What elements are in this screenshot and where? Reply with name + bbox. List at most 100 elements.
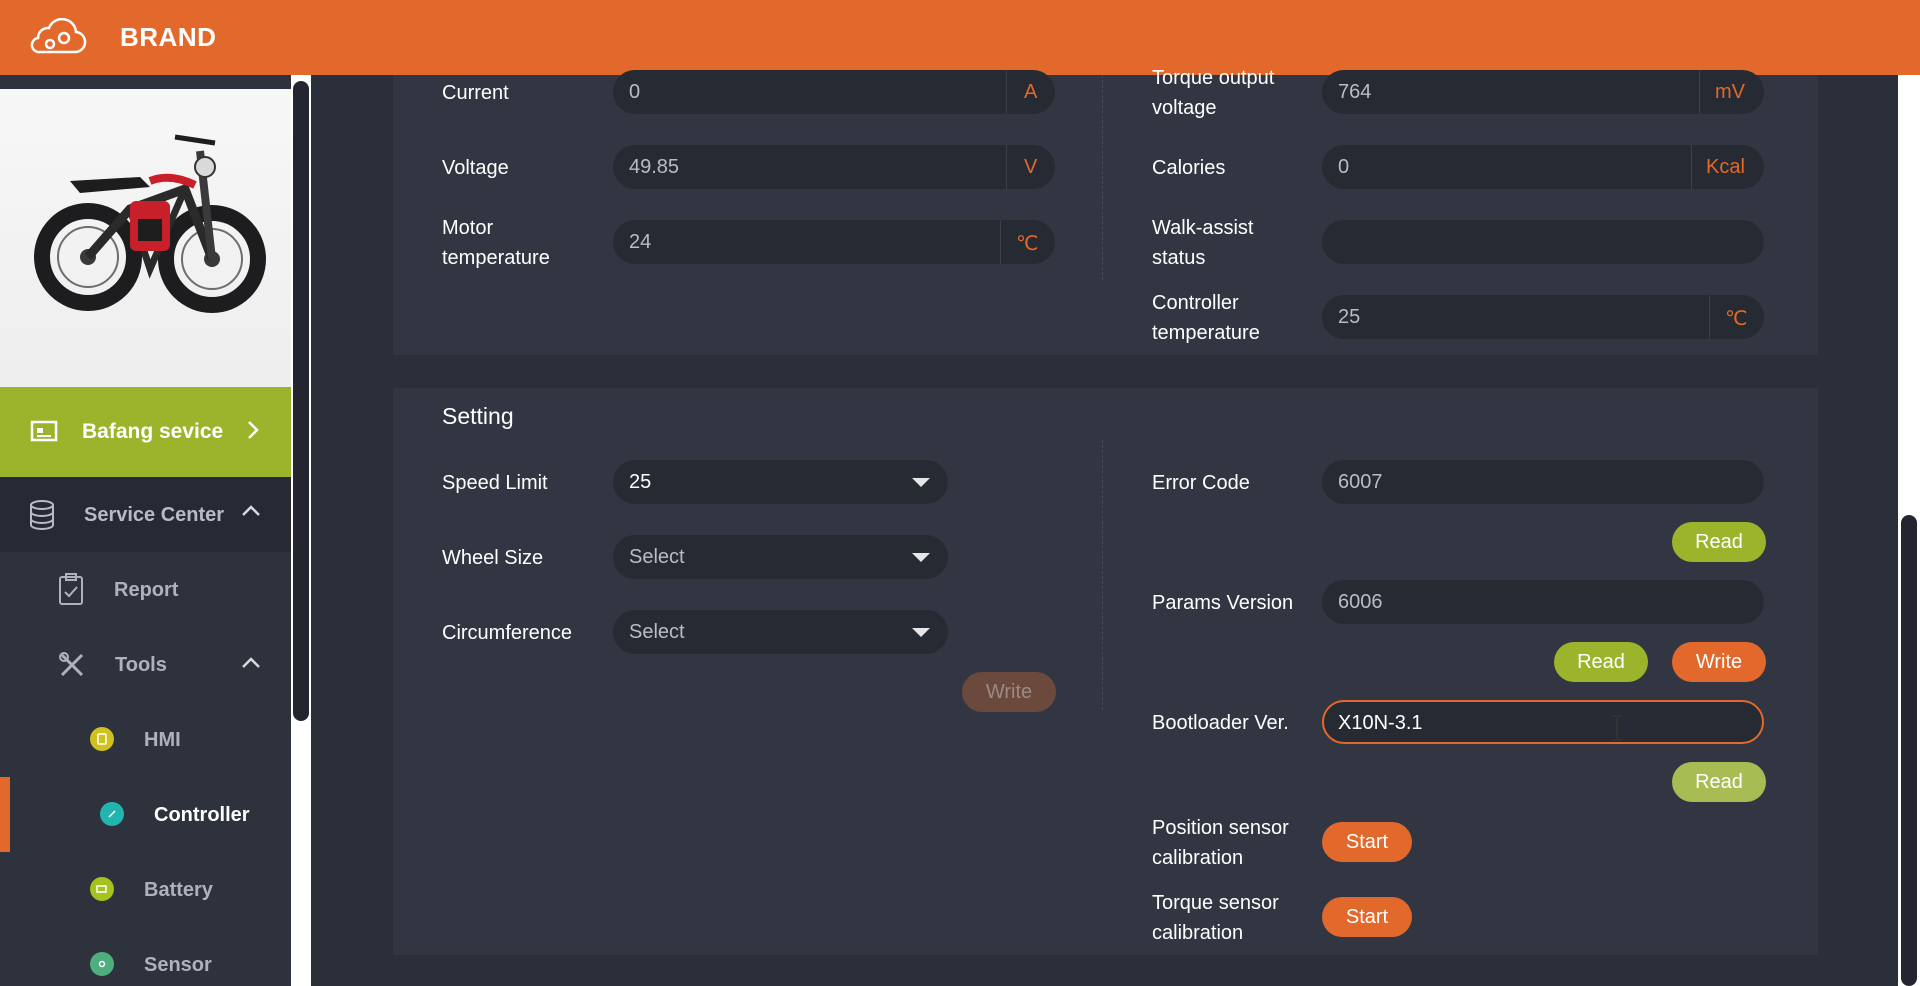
- params-version-label: Params Version: [1152, 592, 1294, 614]
- unit-separator: [1000, 220, 1001, 264]
- controller-temp-unit: ℃: [1725, 308, 1748, 330]
- motor-temp-label-line1: Motor: [442, 217, 494, 239]
- calories-label: Calories: [1152, 157, 1226, 179]
- sidebar-item-controller[interactable]: Controller: [0, 777, 291, 852]
- error-code-read-button[interactable]: Read: [1672, 522, 1766, 562]
- calories-unit: Kcal: [1706, 156, 1745, 178]
- sidebar-item-label: Report: [114, 579, 179, 601]
- cloud-gear-icon[interactable]: [26, 18, 88, 58]
- unit-separator: [1699, 70, 1700, 114]
- circumference-placeholder: Select: [629, 621, 685, 643]
- torque-sensor-start-button[interactable]: Start: [1322, 897, 1412, 937]
- sidebar-item-hmi[interactable]: HMI: [0, 702, 291, 777]
- circumference-label: Circumference: [442, 622, 573, 644]
- controller-temp-label-line2: temperature: [1152, 322, 1260, 344]
- torque-output-label: Torque output voltage: [1152, 63, 1274, 123]
- torque-output-value: 764: [1338, 81, 1372, 103]
- main-scrollbar[interactable]: [1898, 75, 1920, 986]
- speed-limit-select[interactable]: 25: [613, 460, 948, 504]
- params-write-button[interactable]: Write: [1672, 642, 1766, 682]
- unit-separator: [1691, 145, 1692, 189]
- current-field: 0 A: [613, 70, 1055, 114]
- chevron-down-icon: [912, 478, 930, 487]
- unit-separator: [1006, 145, 1007, 189]
- sidebar-item-label: Service Center: [84, 504, 225, 526]
- position-sensor-label-line2: calibration: [1152, 847, 1244, 869]
- main-scroll-thumb[interactable]: [1901, 515, 1917, 986]
- sidebar-item-label: Tools: [115, 654, 167, 676]
- controller-temp-label-line1: Controller: [1152, 292, 1239, 314]
- controller-temp-field: 25 ℃: [1322, 295, 1764, 339]
- error-code-field: 6007: [1322, 460, 1764, 504]
- motor-temp-value: 24: [629, 231, 652, 253]
- current-label: Current: [442, 82, 509, 104]
- walk-assist-label-line1: Walk-assist: [1152, 217, 1254, 239]
- battery-icon: [90, 877, 114, 901]
- clipboard-check-icon: [59, 573, 83, 605]
- unit-separator: [1006, 70, 1007, 114]
- chevron-down-icon: [912, 553, 930, 562]
- sidebar-item-sensor[interactable]: Sensor: [0, 927, 291, 986]
- sensor-icon: [90, 952, 114, 976]
- params-version-field: 6006: [1322, 580, 1764, 624]
- position-sensor-start-button[interactable]: Start: [1322, 822, 1412, 862]
- sidebar-item-tools[interactable]: Tools: [0, 627, 291, 702]
- bootloader-read-button[interactable]: Read: [1672, 762, 1766, 802]
- sidebar-item-label: Bafang sevice: [82, 420, 224, 443]
- column-divider: [1102, 75, 1103, 280]
- current-value: 0: [629, 81, 641, 103]
- bootloader-input[interactable]: [1338, 710, 1718, 736]
- wheel-size-select[interactable]: Select: [613, 535, 948, 579]
- unit-separator: [1709, 295, 1710, 339]
- sidebar-item-report[interactable]: Report: [0, 552, 291, 627]
- sidebar-item-label: Sensor: [144, 954, 212, 976]
- motor-temp-label-line2: temperature: [442, 247, 550, 269]
- current-unit: A: [1024, 81, 1038, 103]
- top-header: BRAND: [0, 0, 1920, 75]
- motor-temp-field: 24 ℃: [613, 220, 1055, 264]
- sidebar-scrollbar[interactable]: [291, 75, 311, 986]
- chevron-down-icon: [912, 628, 930, 637]
- wheel-size-placeholder: Select: [629, 546, 685, 568]
- error-code-label: Error Code: [1152, 472, 1250, 494]
- circumference-select[interactable]: Select: [613, 610, 948, 654]
- controller-temp-label: Controller temperature: [1152, 288, 1260, 348]
- motor-temp-label: Motor temperature: [442, 213, 550, 273]
- calories-field: 0 Kcal: [1322, 145, 1764, 189]
- setting-title: Setting: [442, 403, 514, 429]
- chevron-up-icon: [242, 505, 260, 516]
- setting-write-button[interactable]: Write: [962, 672, 1056, 712]
- torque-output-label-line2: voltage: [1152, 97, 1217, 119]
- params-read-button[interactable]: Read: [1554, 642, 1648, 682]
- sidebar-item-bafang-service[interactable]: Bafang sevice: [0, 387, 291, 477]
- position-sensor-label-line1: Position sensor: [1152, 817, 1289, 839]
- text-cursor-icon: [1612, 715, 1622, 741]
- motor-temp-unit: ℃: [1016, 233, 1039, 255]
- sidebar-scroll-thumb[interactable]: [293, 81, 309, 721]
- bootloader-label: Bootloader Ver.: [1152, 712, 1289, 734]
- speed-limit-label: Speed Limit: [442, 472, 548, 494]
- chevron-up-icon: [242, 657, 260, 668]
- params-version-value: 6006: [1338, 591, 1383, 613]
- calories-value: 0: [1338, 156, 1350, 178]
- walk-assist-field: [1322, 220, 1764, 264]
- voltage-value: 49.85: [629, 156, 680, 178]
- hmi-icon: [90, 727, 114, 751]
- voltage-label: Voltage: [442, 157, 509, 179]
- torque-sensor-label: Torque sensor calibration: [1152, 888, 1279, 948]
- monitor-card-icon: [30, 420, 58, 442]
- sidebar-item-battery[interactable]: Battery: [0, 852, 291, 927]
- walk-assist-label-line2: status: [1152, 247, 1206, 269]
- torque-output-unit: mV: [1715, 81, 1745, 103]
- speed-limit-value: 25: [629, 471, 652, 493]
- sidebar-item-label: Controller: [154, 804, 250, 826]
- bootloader-field[interactable]: [1322, 700, 1764, 744]
- walk-assist-label: Walk-assist status: [1152, 213, 1253, 273]
- controller-temp-value: 25: [1338, 306, 1361, 328]
- brand-name: BRAND: [120, 22, 217, 52]
- sidebar-item-service-center[interactable]: Service Center: [0, 477, 291, 552]
- tools-icon: [59, 652, 84, 677]
- torque-output-label-line1: Torque output: [1152, 67, 1275, 89]
- sidebar: Bafang sevice Service Center Report Tool: [0, 75, 291, 986]
- torque-output-field: 764 mV: [1322, 70, 1764, 114]
